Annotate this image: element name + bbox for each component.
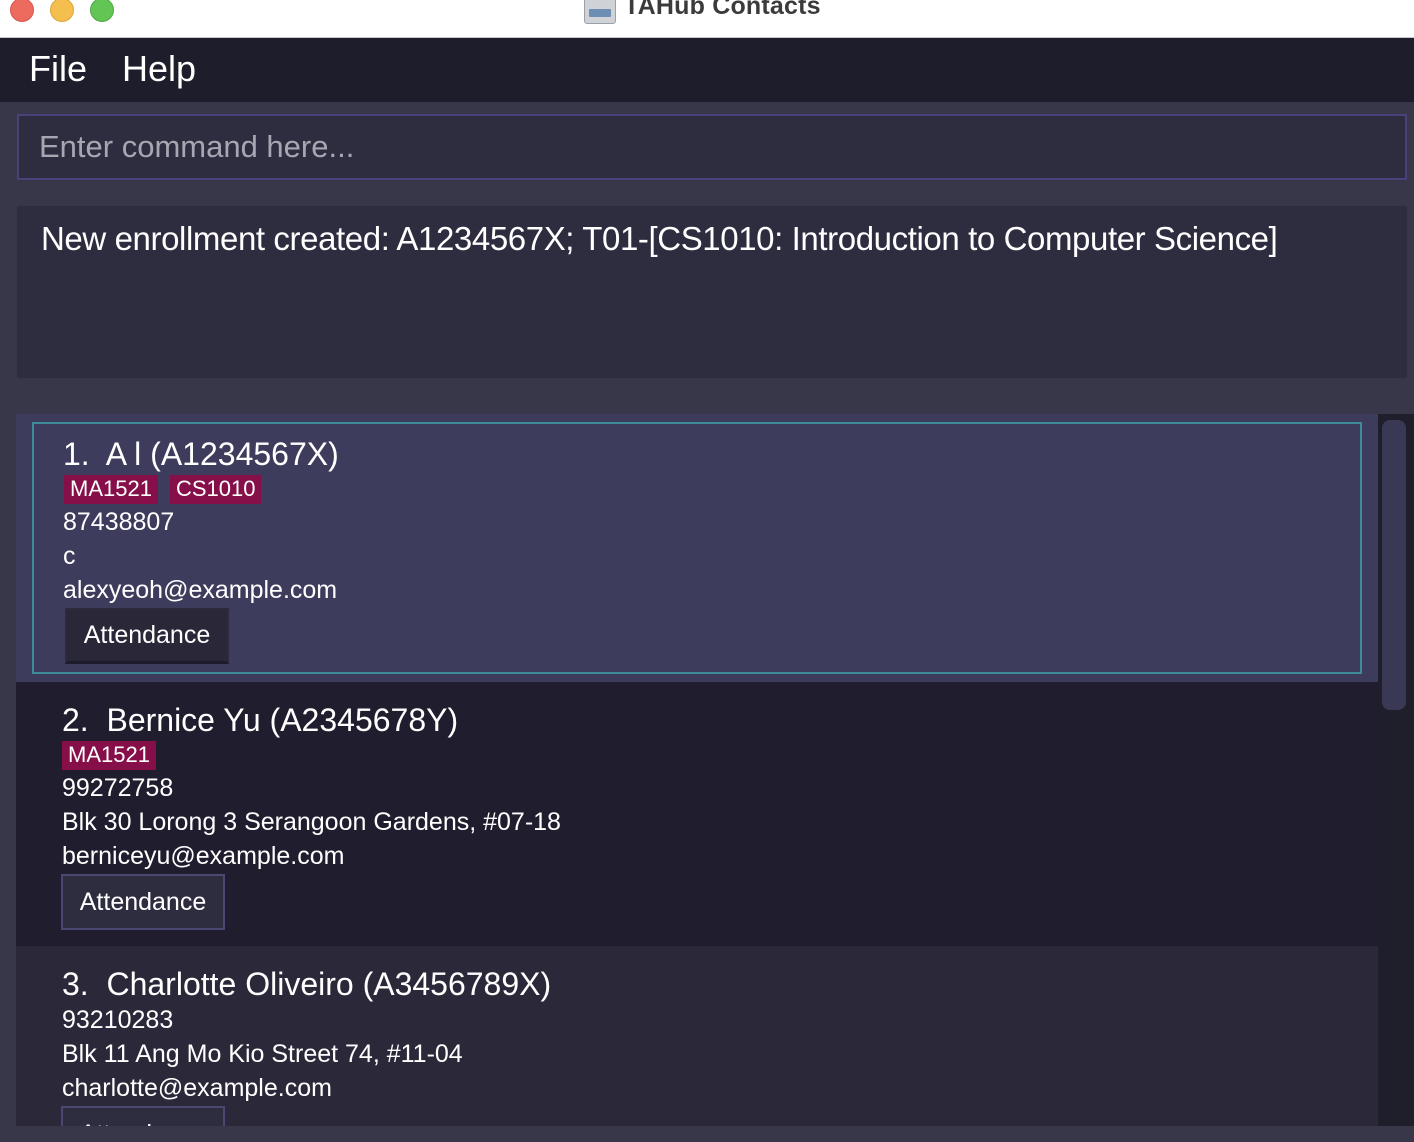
person-name: A l (A1234567X) <box>105 436 339 472</box>
person-card[interactable]: 2. Bernice Yu (A2345678Y) MA1521 9927275… <box>16 682 1378 946</box>
tag-list: MA1521 CS1010 <box>64 475 262 504</box>
menu-help[interactable]: Help <box>122 48 196 90</box>
person-email: berniceyu@example.com <box>62 842 345 870</box>
result-display: New enrollment created: A1234567X; T01-[… <box>17 206 1407 378</box>
person-address: Blk 30 Lorong 3 Serangoon Gardens, #07-1… <box>62 808 561 836</box>
person-index: 3. <box>62 966 89 1002</box>
person-header: 2. Bernice Yu (A2345678Y) <box>62 702 458 739</box>
person-list: 1. A l (A1234567X) MA1521 CS1010 8743880… <box>16 414 1378 1126</box>
attendance-button[interactable]: Attendance <box>61 874 225 930</box>
person-card[interactable]: 3. Charlotte Oliveiro (A3456789X) 932102… <box>16 946 1378 1126</box>
result-message: New enrollment created: A1234567X; T01-[… <box>41 220 1278 257</box>
tag-badge: MA1521 <box>62 741 156 770</box>
command-input[interactable] <box>19 116 1405 178</box>
app-icon <box>584 0 616 24</box>
minimize-window-button[interactable] <box>50 0 74 22</box>
person-header: 1. A l (A1234567X) <box>63 436 339 473</box>
person-index: 2. <box>62 702 89 738</box>
person-phone: 87438807 <box>63 508 175 536</box>
tag-badge: MA1521 <box>64 475 158 504</box>
command-box <box>17 114 1407 180</box>
attendance-button[interactable]: Attendance <box>61 1106 225 1126</box>
person-email: charlotte@example.com <box>62 1074 332 1102</box>
person-card[interactable]: 1. A l (A1234567X) MA1521 CS1010 8743880… <box>16 414 1378 682</box>
person-phone: 93210283 <box>62 1006 174 1034</box>
menu-bar: File Help <box>0 38 1414 102</box>
menu-file[interactable]: File <box>29 48 87 90</box>
person-index: 1. <box>63 436 90 472</box>
person-name: Charlotte Oliveiro (A3456789X) <box>106 966 552 1002</box>
person-address: c <box>63 542 76 570</box>
zoom-window-button[interactable] <box>90 0 114 22</box>
tag-list: MA1521 <box>62 741 156 770</box>
person-name: Bernice Yu (A2345678Y) <box>106 702 459 738</box>
scrollbar-thumb[interactable] <box>1382 420 1406 710</box>
attendance-button[interactable]: Attendance <box>65 608 229 664</box>
person-address: Blk 11 Ang Mo Kio Street 74, #11-04 <box>62 1040 463 1068</box>
person-phone: 99272758 <box>62 774 174 802</box>
window-title: TAHub Contacts <box>624 0 821 20</box>
tag-badge: CS1010 <box>169 475 262 504</box>
close-window-button[interactable] <box>10 0 34 22</box>
person-email: alexyeoh@example.com <box>63 576 338 604</box>
person-header: 3. Charlotte Oliveiro (A3456789X) <box>62 966 551 1003</box>
window-title-bar: TAHub Contacts <box>0 0 1414 38</box>
